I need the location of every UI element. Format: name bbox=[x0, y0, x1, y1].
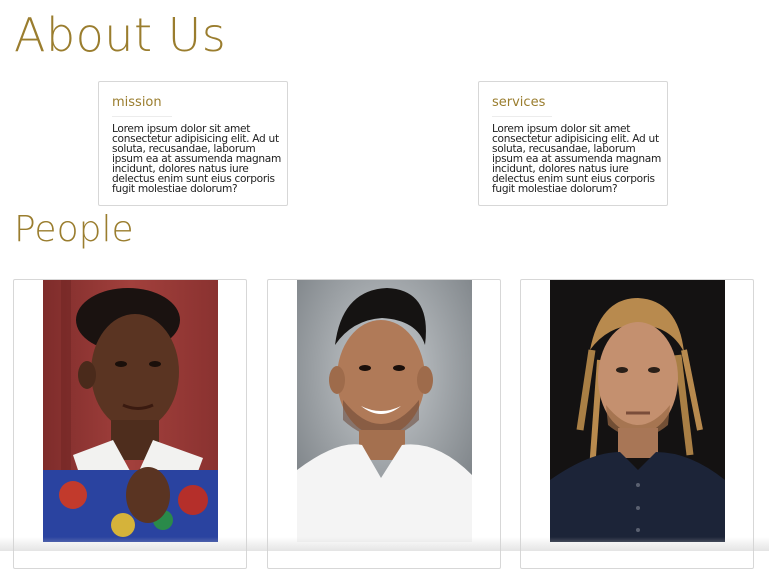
person-card-3 bbox=[520, 279, 754, 569]
mission-card-title: mission bbox=[112, 95, 162, 110]
person-photo-1 bbox=[43, 280, 218, 542]
services-card-text: Lorem ipsum dolor sit amet consectetur a… bbox=[492, 123, 662, 195]
person-card-2 bbox=[267, 279, 501, 569]
bottom-shadow bbox=[0, 537, 769, 551]
mission-card-divider bbox=[112, 116, 172, 117]
services-card: services Lorem ipsum dolor sit amet cons… bbox=[478, 81, 668, 206]
services-card-title: services bbox=[492, 95, 546, 110]
mission-card: mission Lorem ipsum dolor sit amet conse… bbox=[98, 81, 288, 206]
services-card-divider bbox=[492, 116, 552, 117]
mission-card-text: Lorem ipsum dolor sit amet consectetur a… bbox=[112, 123, 282, 195]
person-card-1 bbox=[13, 279, 247, 569]
about-us-heading: About Us bbox=[14, 8, 227, 62]
person-photo-2 bbox=[297, 280, 472, 542]
person-photo-3 bbox=[550, 280, 725, 542]
people-heading: People bbox=[14, 209, 134, 250]
